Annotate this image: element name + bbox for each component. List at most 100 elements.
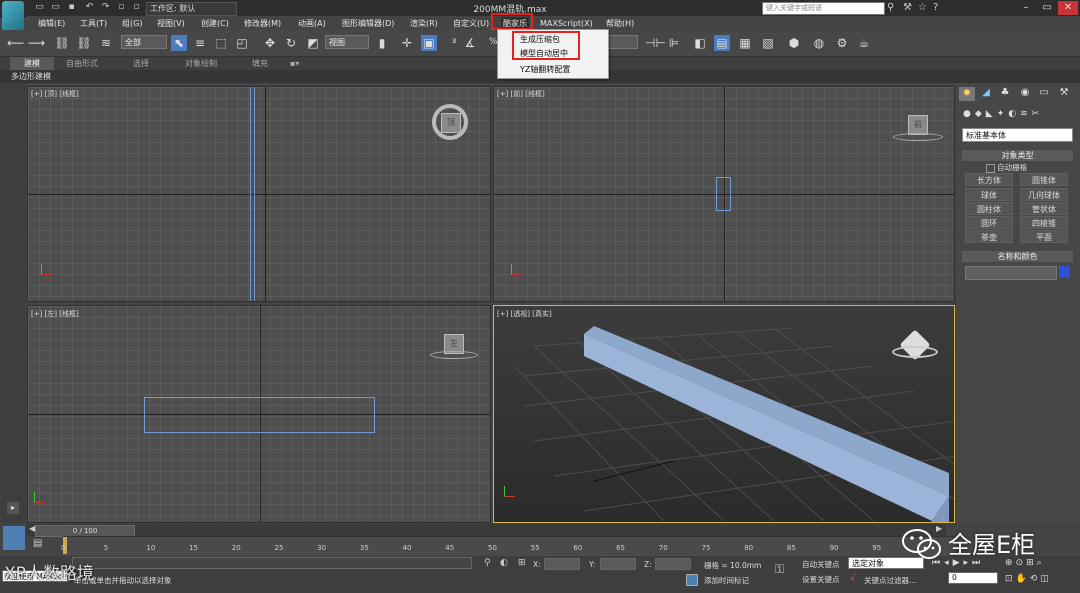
align-icon[interactable]: ⊫ [666, 35, 682, 51]
autokey-button[interactable]: 自动关键点 [802, 559, 840, 570]
viewcube-top[interactable]: 顶 [441, 113, 461, 133]
viewport-label-front[interactable]: [+] [前] [线框] [497, 89, 545, 99]
cone-button[interactable]: 圆锥体 [1020, 173, 1068, 186]
lock-selection-icon[interactable]: ⚲ [484, 558, 491, 568]
search-input[interactable]: 键入关键字或短语 [762, 2, 885, 15]
scale-icon[interactable]: ◩ [305, 35, 321, 51]
create-tab-icon[interactable]: ✸ [959, 87, 975, 101]
viewport-top[interactable]: 顶 [27, 86, 491, 302]
render-icon[interactable]: ☕ [856, 35, 872, 51]
selection-filter-dropdown[interactable]: 全部 [121, 35, 167, 49]
torus-button[interactable]: 圆环 [965, 216, 1013, 229]
save-icon[interactable]: ▪ [66, 2, 77, 13]
mini-curve-editor-icon[interactable]: ▤ [33, 538, 42, 549]
menu-modifiers[interactable]: 修改器(M) [244, 17, 281, 30]
key-filter-icon[interactable]: √ [850, 574, 856, 584]
select-manipulate-icon[interactable]: ✛ [399, 35, 415, 51]
star-icon[interactable]: ☆ [918, 2, 927, 13]
undo-icon[interactable]: ⟵ [7, 35, 24, 51]
add-time-tag-label[interactable]: 添加时间标记 [704, 575, 749, 586]
viewport-label-top[interactable]: [+] [顶] [线框] [31, 89, 79, 99]
create-category-icons[interactable]: ●◆◣✦◐≋✂ [963, 109, 1073, 123]
viewcube-front[interactable]: 前 [908, 115, 928, 135]
menu-help[interactable]: 帮助(H) [606, 17, 634, 30]
box-button[interactable]: 长方体 [965, 173, 1013, 186]
menu-animation[interactable]: 动画(A) [298, 17, 326, 30]
move-icon[interactable]: ✥ [262, 35, 278, 51]
rect-selection-icon[interactable]: ⬚ [213, 35, 229, 51]
rotate-icon[interactable]: ↻ [283, 35, 299, 51]
ribbon-tab-populate[interactable]: 填充 [252, 58, 268, 70]
name-color-rollout[interactable]: 名称和颜色 [962, 251, 1073, 262]
select-object-icon[interactable]: ⬉ [171, 35, 187, 51]
pivot-icon[interactable]: ▮ [374, 35, 390, 51]
menu-edit[interactable]: 编辑(E) [38, 17, 65, 30]
sphere-button[interactable]: 球体 [965, 188, 1013, 201]
named-selection-dropdown[interactable] [608, 35, 638, 49]
workspace-dropdown[interactable]: 工作区: 默认 [146, 2, 237, 16]
viewport-label-perspective[interactable]: [+] [透视] [真实] [497, 309, 552, 319]
render-setup-icon[interactable]: ⚙ [834, 35, 850, 51]
schematic-view-icon[interactable]: ⬢ [786, 35, 802, 51]
menu-customize[interactable]: 自定义(U) [453, 17, 489, 30]
scene-explorer-icon[interactable]: ▤ [714, 35, 730, 51]
app-logo-icon[interactable] [2, 1, 24, 31]
ribbon-tab-selection[interactable]: 选择 [133, 58, 149, 70]
close-button[interactable]: ✕ [1058, 1, 1078, 15]
isolate-icon[interactable]: ◐ [500, 558, 508, 568]
geosphere-button[interactable]: 几何球体 [1020, 188, 1068, 201]
mirror-icon[interactable]: ⊣⊢ [645, 35, 666, 51]
expand-arrow-icon[interactable]: ▸ [7, 502, 19, 514]
cylinder-button[interactable]: 圆柱体 [965, 202, 1013, 215]
y-coord-field[interactable] [600, 558, 636, 570]
pyramid-button[interactable]: 四棱锥 [1020, 216, 1068, 229]
viewport-left[interactable]: 左 [27, 305, 491, 523]
ribbon-options-icon[interactable]: ▪▾ [290, 58, 299, 70]
open-folder-icon[interactable]: ▭ [50, 2, 61, 13]
workspace-icon[interactable]: ▫ [131, 2, 142, 13]
poly-modeling-label[interactable]: 多边形建模 [11, 71, 51, 82]
viewport-perspective[interactable] [493, 305, 955, 523]
time-tag-icon[interactable] [686, 574, 698, 586]
graphite-toggle-icon[interactable]: ▦ [737, 35, 753, 51]
absolute-mode-icon[interactable]: ⊞ [518, 558, 526, 568]
tools-icon[interactable]: ⚒ [903, 2, 912, 13]
autogrid-checkbox[interactable] [986, 164, 995, 173]
motion-tab-icon[interactable]: ◉ [1018, 87, 1032, 101]
key-filters-button[interactable]: 关键点过滤器... [864, 575, 916, 586]
menu-group[interactable]: 组(G) [122, 17, 142, 30]
object-color-swatch[interactable] [1059, 266, 1070, 278]
minimize-button[interactable]: – [1016, 1, 1036, 15]
primitive-type-dropdown[interactable]: 标准基本体 [962, 128, 1073, 142]
search-icon[interactable]: ⚲ [887, 2, 894, 13]
menu-create[interactable]: 创建(C) [201, 17, 229, 30]
plane-button[interactable]: 平面 [1020, 230, 1068, 243]
display-tab-icon[interactable]: ▭ [1037, 87, 1051, 101]
menu-item-yz-flip[interactable]: YZ轴翻转配置 [520, 64, 570, 75]
window-crossing-icon[interactable]: ◰ [234, 35, 250, 51]
layer-manager-icon[interactable]: ◧ [692, 35, 708, 51]
snap-toggle-icon[interactable]: ³ [446, 35, 462, 51]
project-folder-icon[interactable]: ▫ [116, 2, 127, 13]
redo-icon[interactable]: ⟶ [28, 35, 45, 51]
object-name-input[interactable] [965, 266, 1057, 280]
z-coord-field[interactable] [655, 558, 691, 570]
time-slider-prev-icon[interactable]: ◀ [29, 524, 35, 533]
viewport-label-left[interactable]: [+] [左] [线框] [31, 309, 79, 319]
curve-editor-icon[interactable]: ▧ [760, 35, 776, 51]
key-icon[interactable]: ⚿ [775, 562, 784, 577]
utilities-tab-icon[interactable]: ⚒ [1057, 87, 1071, 101]
maximize-button[interactable]: ▭ [1037, 1, 1057, 15]
nav-controls-2[interactable]: ⊡✋⟲◫ [1005, 574, 1052, 584]
hierarchy-tab-icon[interactable]: ♣ [998, 87, 1012, 101]
ribbon-tab-object-paint[interactable]: 对象绘制 [185, 58, 217, 70]
setkey-button[interactable]: 设置关键点 [802, 574, 840, 585]
time-slider-track[interactable] [26, 524, 946, 536]
tube-button[interactable]: 管状体 [1020, 202, 1068, 215]
new-file-icon[interactable]: ▭ [34, 2, 45, 13]
teapot-button[interactable]: 茶壶 [965, 230, 1013, 243]
menu-tools[interactable]: 工具(T) [80, 17, 107, 30]
viewport-front[interactable]: 前 [493, 86, 955, 302]
link-icon[interactable]: ⛓ [54, 35, 70, 51]
select-by-name-icon[interactable]: ≡ [192, 35, 208, 51]
